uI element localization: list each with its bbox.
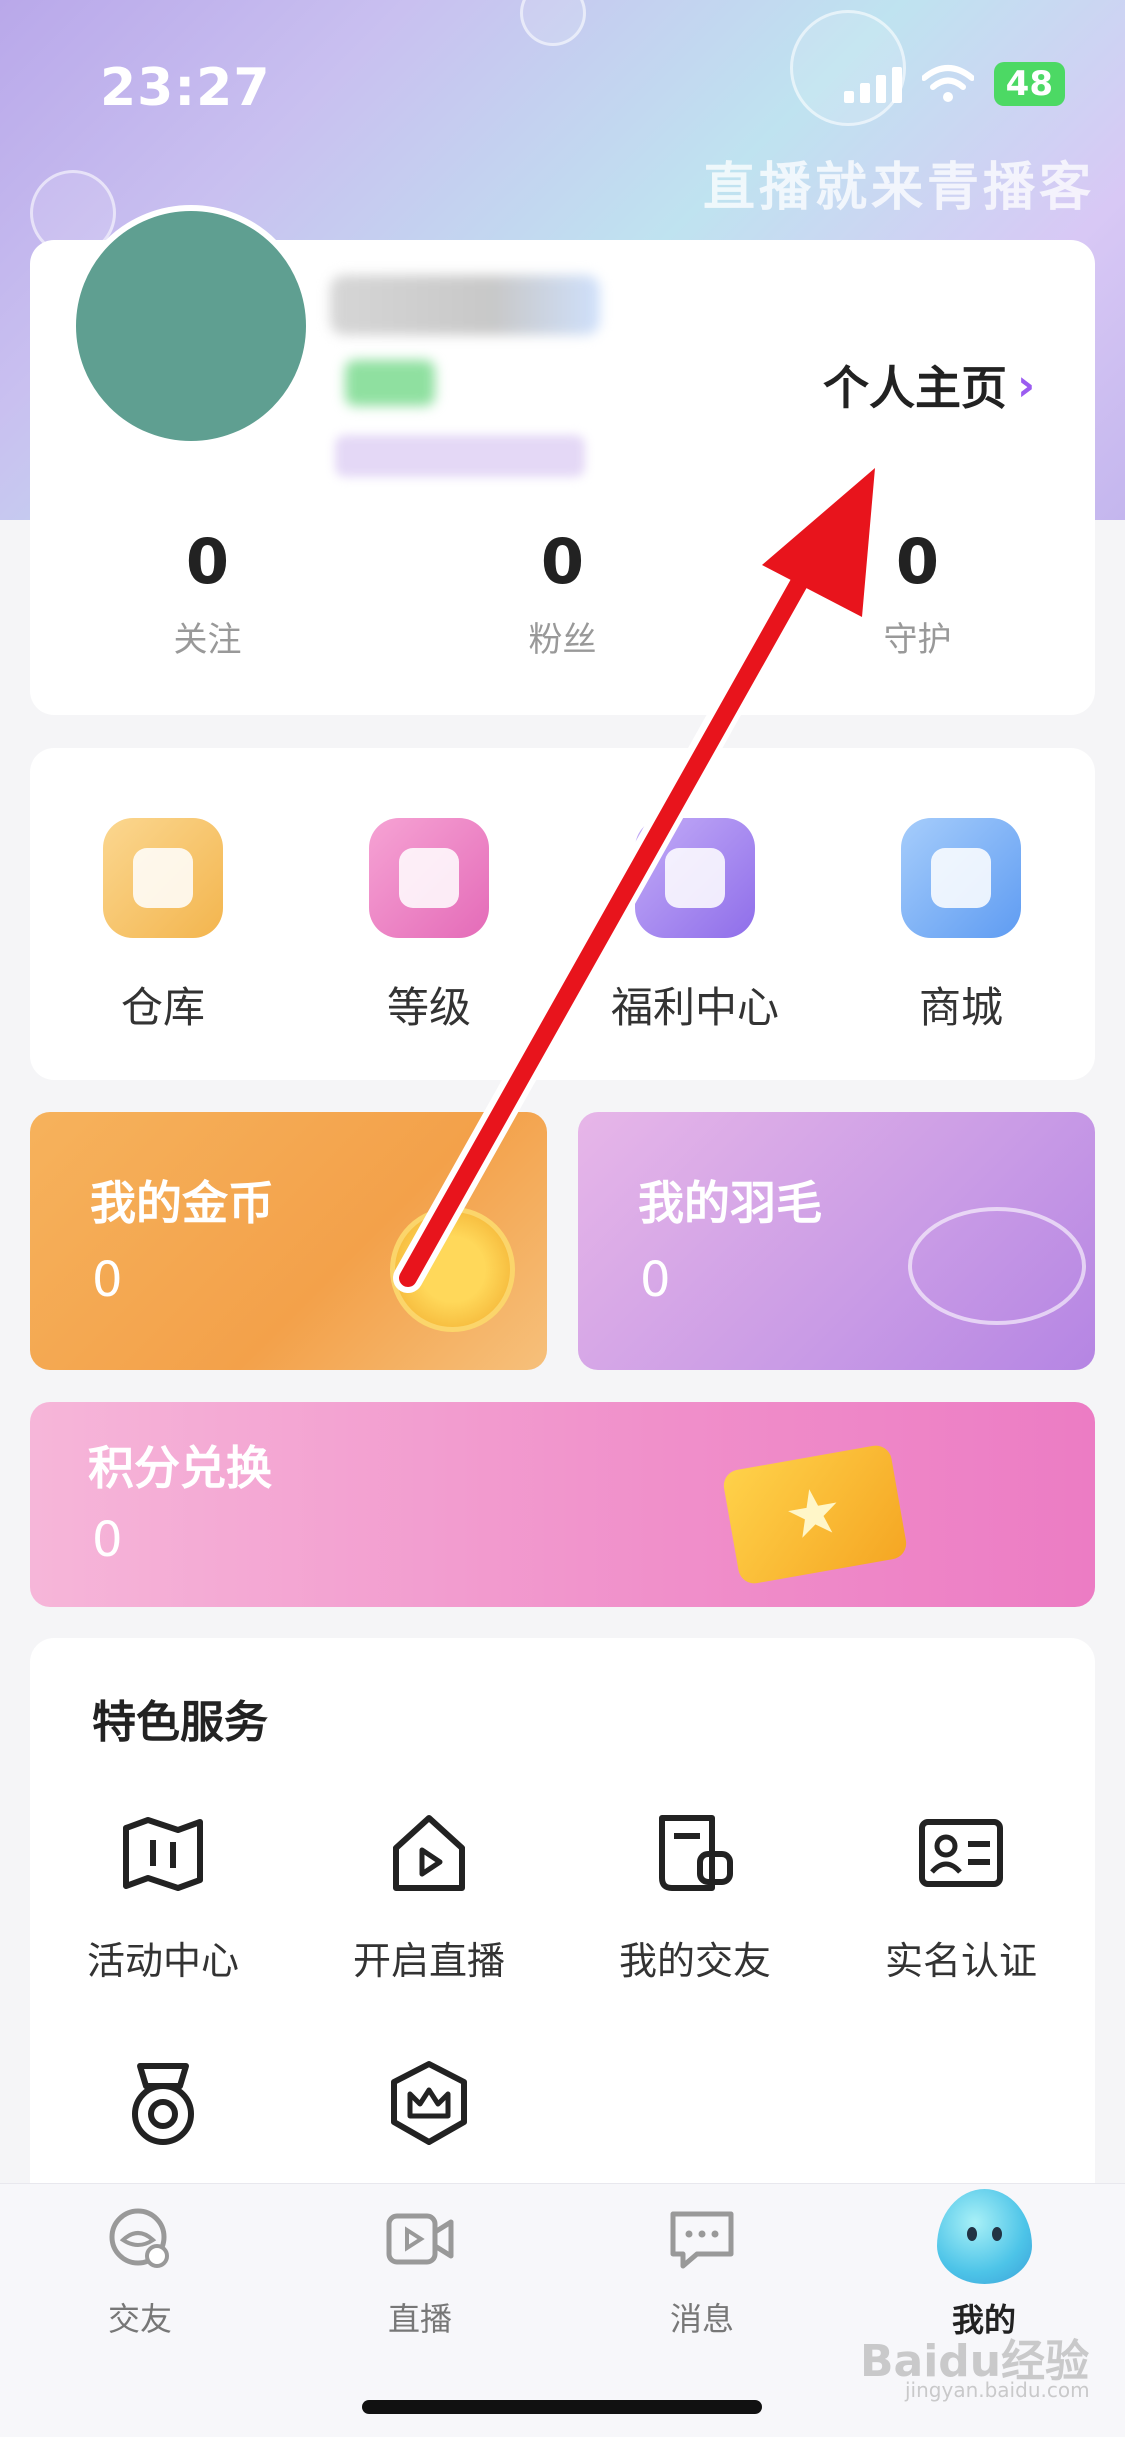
my-coins-banner[interactable]: 我的金币 0	[30, 1112, 547, 1370]
stat-following[interactable]: 0 关注	[30, 525, 385, 661]
quick-item-label: 仓库	[120, 983, 205, 1032]
tab-live[interactable]: 直播	[320, 2204, 520, 2340]
crown-icon	[391, 2061, 467, 2145]
friends-tab-icon	[109, 2208, 169, 2268]
stat-value: 0	[540, 525, 585, 598]
quick-item-mall[interactable]: 商城	[828, 818, 1094, 1035]
service-my-friends[interactable]: 我的交友	[562, 1808, 828, 2058]
banner-title: 积分兑换	[88, 1441, 272, 1495]
tab-friends[interactable]: 交友	[40, 2204, 240, 2340]
avatar[interactable]	[70, 205, 312, 447]
stat-value: 0	[895, 525, 940, 598]
status-time: 23:27	[100, 58, 271, 118]
quick-item-welfare[interactable]: 福利中心	[562, 818, 828, 1035]
wifi-icon	[921, 65, 974, 102]
blurred-user-id	[335, 435, 585, 477]
service-label: 活动中心	[86, 1939, 239, 1983]
banner-title: 我的羽毛	[638, 1176, 822, 1230]
signal-icon	[843, 65, 902, 103]
tab-messages[interactable]: 消息	[602, 2204, 802, 2340]
tab-label: 消息	[669, 2300, 734, 2338]
welfare-icon	[635, 818, 755, 938]
quick-item-label: 福利中心	[610, 983, 779, 1032]
watermark-url: jingyan.baidu.com	[905, 2378, 1090, 2402]
friends-note-icon	[659, 1815, 733, 1891]
stat-label: 守护	[883, 620, 952, 660]
map-icon	[123, 1817, 203, 1891]
tab-mine[interactable]: 我的	[884, 2189, 1084, 2341]
ticket-icon: ★	[721, 1443, 909, 1586]
feather-icon	[908, 1207, 1086, 1325]
service-label: 实名认证	[884, 1939, 1037, 1983]
level-icon	[369, 818, 489, 938]
status-icons: 48	[843, 62, 1065, 106]
id-card-icon	[919, 1819, 1003, 1887]
quick-item-level[interactable]: 等级	[296, 818, 562, 1035]
banner-title: 我的金币	[90, 1176, 274, 1230]
service-activity-center[interactable]: 活动中心	[30, 1808, 296, 2058]
banner-value: 0	[92, 1512, 123, 1568]
medal-icon	[132, 2063, 194, 2145]
service-real-name-auth[interactable]: 实名认证	[828, 1808, 1094, 2058]
stat-fans[interactable]: 0 粉丝	[385, 525, 740, 661]
section-title: 特色服务	[92, 1697, 268, 1748]
points-exchange-banner[interactable]: ★ 积分兑换 0	[30, 1402, 1095, 1607]
profile-stats: 0 关注 0 粉丝 0 守护	[30, 525, 1095, 661]
home-indicator	[362, 2400, 762, 2414]
stat-label: 粉丝	[528, 620, 597, 660]
stat-value: 0	[185, 525, 230, 598]
warehouse-icon	[103, 818, 223, 938]
stat-guard[interactable]: 0 守护	[740, 525, 1095, 661]
message-tab-icon	[670, 2211, 734, 2269]
quick-item-label: 等级	[386, 983, 471, 1032]
quick-item-label: 商城	[918, 983, 1003, 1032]
app-slogan: 直播就来青播客	[702, 158, 1095, 218]
tab-label: 直播	[387, 2300, 452, 2338]
personal-homepage-label: 个人主页	[823, 361, 1007, 415]
blurred-username	[330, 275, 600, 335]
personal-homepage-link[interactable]: 个人主页 ›	[823, 352, 1035, 418]
banner-value: 0	[92, 1252, 123, 1308]
tab-label: 交友	[107, 2300, 172, 2338]
battery-indicator: 48	[993, 62, 1065, 106]
quick-item-warehouse[interactable]: 仓库	[30, 818, 296, 1035]
coin-icon	[390, 1207, 515, 1332]
blurred-tag	[345, 360, 435, 406]
mine-mascot-icon	[936, 2189, 1032, 2284]
stat-label: 关注	[173, 620, 242, 660]
my-feathers-banner[interactable]: 我的羽毛 0	[578, 1112, 1095, 1370]
live-play-icon	[393, 1815, 465, 1891]
service-label: 我的交友	[618, 1939, 771, 1983]
chevron-right-icon: ›	[1017, 359, 1036, 411]
banner-value: 0	[640, 1252, 671, 1308]
live-tab-icon	[386, 2213, 454, 2265]
service-start-live[interactable]: 开启直播	[296, 1808, 562, 2058]
quick-actions-card: 仓库 等级 福利中心 商城	[30, 748, 1095, 1080]
service-label: 开启直播	[352, 1939, 505, 1983]
mall-icon	[901, 818, 1021, 938]
